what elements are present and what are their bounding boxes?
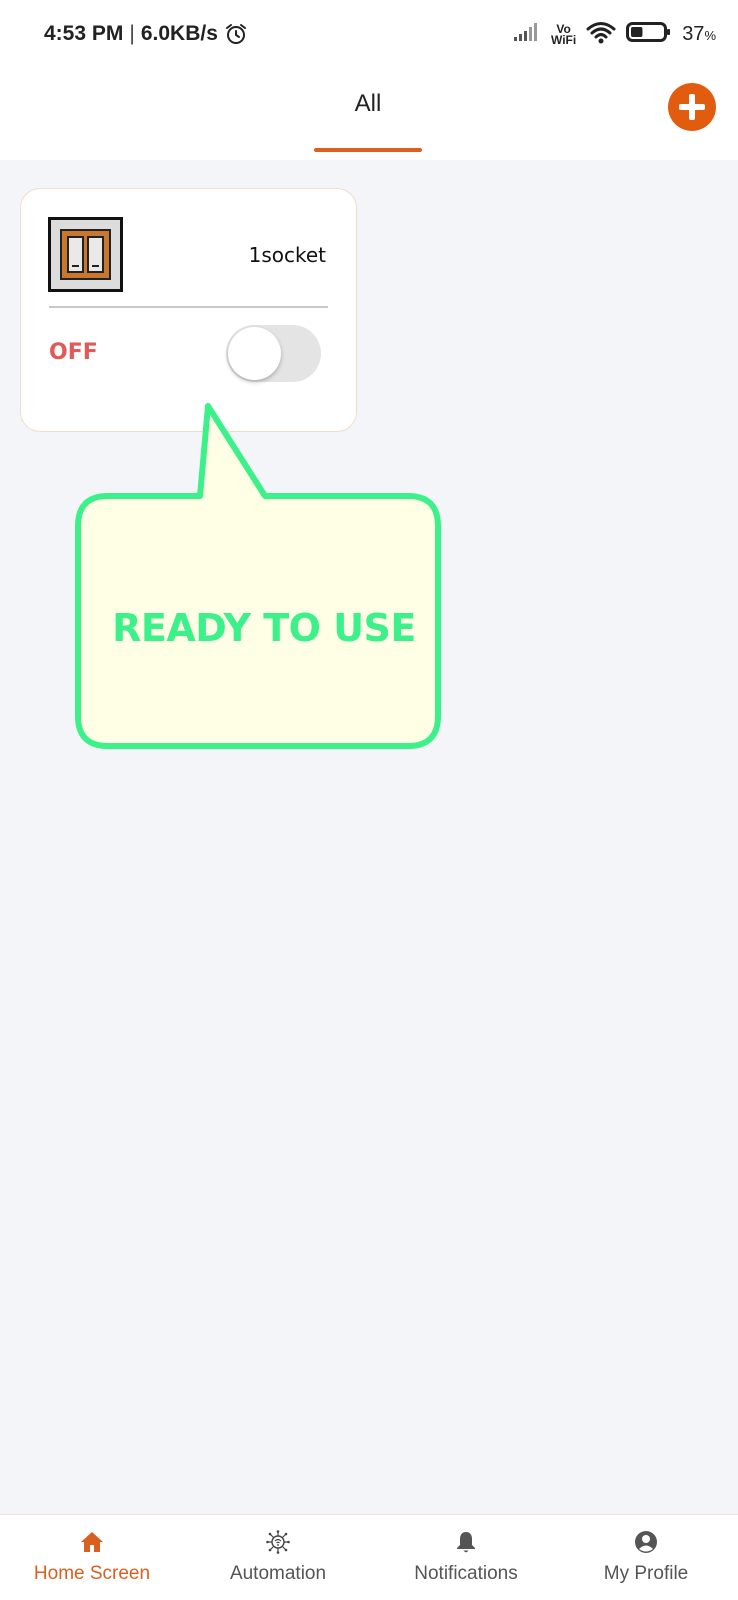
alarm-icon [224, 22, 248, 46]
switch-button-left [67, 236, 84, 273]
switch-button-right [87, 236, 104, 273]
user-icon [634, 1530, 658, 1554]
status-separator: | [129, 22, 135, 45]
top-tab-bar: All [0, 68, 738, 160]
callout-shape [75, 403, 441, 749]
vowifi-icon: Vo WiFi [550, 23, 577, 47]
toggle-knob [228, 327, 281, 380]
device-name: 1socket [248, 243, 326, 267]
callout-text: READY TO USE [112, 606, 416, 650]
tab-active-indicator [314, 148, 422, 152]
automation-icon [266, 1530, 290, 1554]
nav-label-automation: Automation [229, 1563, 327, 1584]
bottom-navigation: Home Screen Automation Notifications My … [0, 1514, 738, 1600]
nav-item-notifications[interactable]: Notifications [392, 1515, 540, 1600]
nav-item-home[interactable]: Home Screen [20, 1515, 164, 1600]
battery-value: 37 [682, 23, 705, 45]
battery-icon [626, 21, 672, 48]
nav-label-notifications: Notifications [414, 1563, 518, 1584]
status-left: 4:53 PM | 6.0KB/s [44, 22, 248, 46]
network-speed: 6.0KB/s [140, 22, 218, 45]
tab-all-label: All [354, 90, 382, 117]
vowifi-bottom-label: WiFi [550, 32, 577, 47]
device-card[interactable]: 1socket OFF [20, 188, 357, 432]
home-icon [80, 1530, 104, 1554]
nav-item-automation[interactable]: Automation [206, 1515, 350, 1600]
status-right: Vo WiFi 37% [513, 20, 716, 49]
switch-frame [60, 229, 111, 280]
callout-bubble [75, 403, 441, 749]
wall-switch-icon [48, 217, 123, 292]
card-divider [49, 306, 328, 308]
nav-item-profile[interactable]: My Profile [580, 1515, 712, 1600]
wifi-icon [586, 20, 616, 49]
battery-unit: % [704, 28, 716, 43]
signal-icon [513, 22, 541, 47]
battery-percentage: 37% [682, 23, 716, 46]
tab-all[interactable]: All [314, 68, 422, 152]
status-time: 4:53 PM [44, 22, 124, 45]
nav-label-profile: My Profile [603, 1563, 689, 1584]
nav-label-home: Home Screen [33, 1563, 151, 1584]
status-bar: 4:53 PM | 6.0KB/s Vo WiFi 37% [0, 0, 738, 68]
device-state-label: OFF [49, 340, 98, 365]
power-toggle[interactable] [226, 325, 321, 382]
add-device-button[interactable] [668, 83, 716, 131]
bell-icon [454, 1530, 478, 1554]
